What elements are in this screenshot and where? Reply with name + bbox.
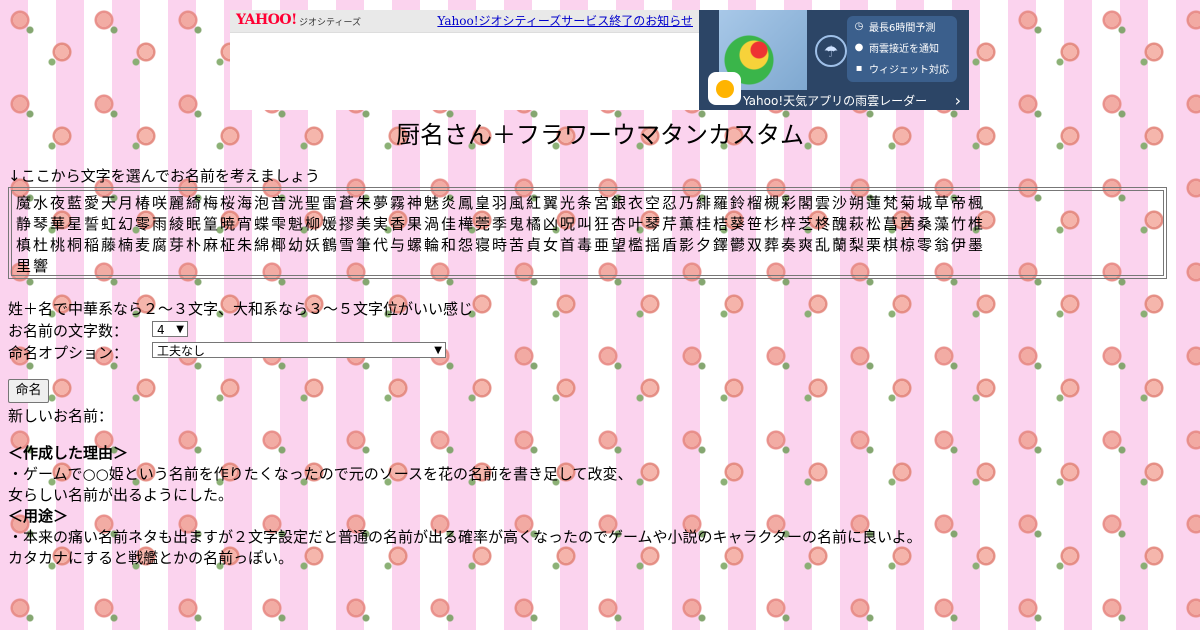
feature-item-forecast: ◷ 最長6時間予測 — [847, 16, 957, 37]
usage-text: ・本来の痛い名前ネタも出ますが２文字設定だと普通の名前が出る確率が高くなったので… — [8, 528, 922, 546]
character-row: 静琴華星誓虹幻零雨綾眠篁暁宵蝶雫魁柳媛摎美実香果渦佳樺莞季鬼橘凶呪叫狂杏叶琴芹薫… — [16, 215, 986, 233]
instruction-text: ↓ここから文字を選んでお名前を考えましょう — [8, 167, 320, 185]
feature-label: ウィジェット対応 — [869, 65, 949, 76]
feature-label: 最長6時間予測 — [869, 23, 936, 34]
page-content: YAHOO! ジオシティーズ Yahoo!ジオシティーズサービス終了のお知らせ … — [0, 0, 1200, 630]
naming-option-select[interactable]: 工夫なし ▼ — [152, 342, 446, 358]
yahoo-weather-app-icon — [708, 72, 741, 105]
clock-icon: ◷ — [854, 21, 864, 32]
character-selection-box[interactable]: 魔水夜藍愛天月椿咲麗綺梅桜海泡音洸聖雷蒼朱夢霧神魅炎鳳皇羽風紅翼光条宮銀衣空忍乃… — [8, 187, 1167, 279]
usage-text: カタカナにすると戦艦とかの名前っぽい。 — [8, 549, 294, 567]
feature-list: ◷ 最長6時間予測 ● 雨雲接近を通知 ▪ ウィジェット対応 — [847, 16, 957, 82]
dropdown-arrow-icon: ▼ — [176, 324, 184, 335]
dropdown-arrow-icon: ▼ — [434, 345, 442, 356]
chevron-right-icon: › — [954, 90, 961, 110]
sun-icon — [715, 79, 734, 98]
weather-app-ad[interactable]: ☂ ◷ 最長6時間予測 ● 雨雲接近を通知 ▪ ウィジェット対応 Yahoo!天… — [699, 10, 969, 110]
name-length-select[interactable]: 4 ▼ — [152, 321, 188, 337]
naming-option-value: 工夫なし — [157, 344, 206, 358]
character-row: 槙杜桃桐稲藤楠麦腐芽朴麻柾朱綿椰幼妖鶴雪筆代与螺輪和怨寝時苦貞女首毒亜望檻揺盾影… — [16, 236, 986, 254]
geocities-ad-banner: YAHOO! ジオシティーズ Yahoo!ジオシティーズサービス終了のお知らせ — [230, 10, 699, 110]
character-list[interactable]: 魔水夜藍愛天月椿咲麗綺梅桜海泡音洸聖雷蒼朱夢霧神魅炎鳳皇羽風紅翼光条宮銀衣空忍乃… — [11, 190, 1164, 276]
new-name-label: 新しいお名前： — [8, 407, 114, 425]
weather-ad-footer[interactable]: Yahoo!天気アプリの雨雲レーダー › — [743, 90, 967, 110]
service-end-notice-link[interactable]: Yahoo!ジオシティーズサービス終了のお知らせ — [437, 12, 693, 29]
reason-heading: ＜作成した理由＞ — [8, 444, 129, 462]
rain-cloud-icon: ☂ — [815, 35, 847, 67]
reason-text: 女らしい名前が出るようにした。 — [8, 486, 234, 504]
ad-header-bar: YAHOO! ジオシティーズ Yahoo!ジオシティーズサービス終了のお知らせ — [230, 10, 699, 33]
location-pin-icon: ● — [854, 42, 864, 53]
geocities-logo-text: ジオシティーズ — [299, 18, 362, 28]
character-row: 魔水夜藍愛天月椿咲麗綺梅桜海泡音洸聖雷蒼朱夢霧神魅炎鳳皇羽風紅翼光条宮銀衣空忍乃… — [16, 194, 986, 212]
name-length-value: 4 — [157, 323, 165, 337]
option-label: 命名オプション： — [8, 344, 129, 362]
feature-label: 雨雲接近を通知 — [869, 44, 939, 55]
feature-item-notify: ● 雨雲接近を通知 — [847, 37, 957, 58]
length-recommendation-text: 姓＋名で中華系なら２～３文字、大和系なら３～５文字位がいい感じ — [8, 300, 474, 318]
generate-name-button[interactable]: 命名 — [8, 379, 49, 403]
character-row: 里響 — [16, 257, 51, 275]
feature-item-widget: ▪ ウィジェット対応 — [847, 58, 957, 79]
weather-ad-footer-text: Yahoo!天気アプリの雨雲レーダー — [743, 93, 928, 108]
page-title: 厨名さん＋フラワーウマタンカスタム — [396, 121, 804, 149]
widget-grid-icon: ▪ — [855, 63, 863, 74]
length-label: お名前の文字数： — [8, 322, 129, 340]
reason-text: ・ゲームで○○姫という名前を作りたくなったので元のソースを花の名前を書き足して改… — [8, 465, 633, 483]
usage-heading: ＜用途＞ — [8, 507, 69, 525]
yahoo-logo: YAHOO! — [236, 12, 297, 28]
